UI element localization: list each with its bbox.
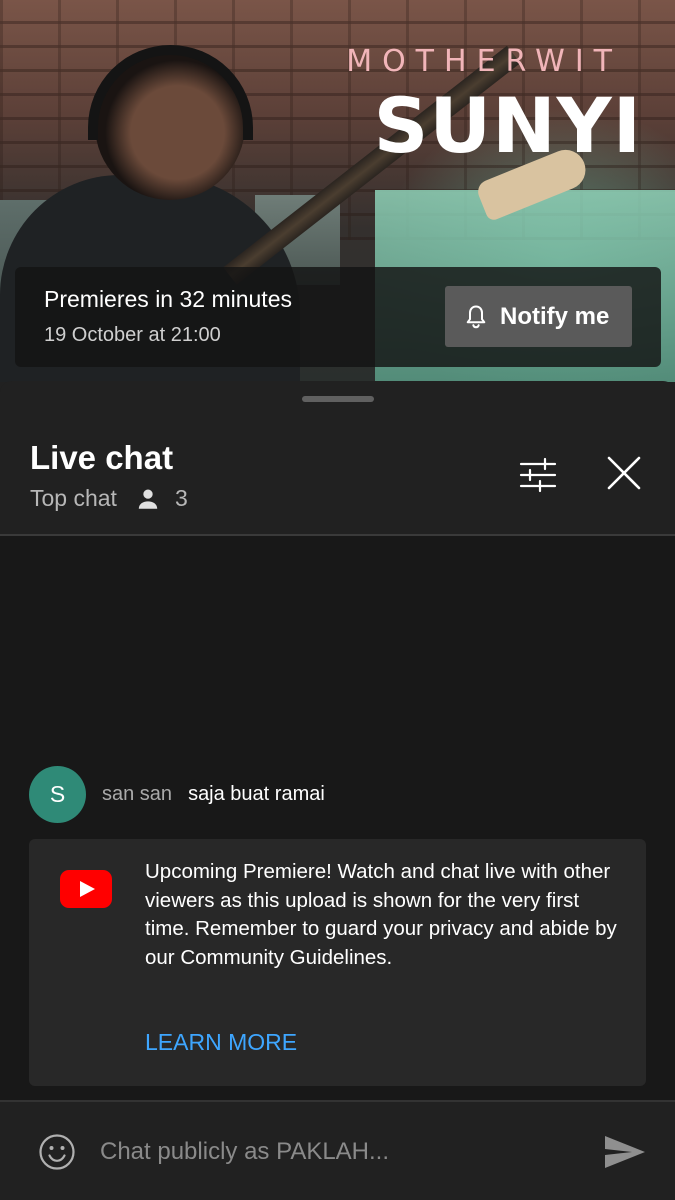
youtube-icon — [60, 870, 112, 908]
band-name: MOTHERWIT — [346, 44, 622, 79]
chat-messages-area[interactable]: S san san saja buat ramai Upcoming Premi… — [0, 536, 675, 1100]
notify-me-button[interactable]: Notify me — [445, 286, 632, 347]
chat-message[interactable]: S san san saja buat ramai — [29, 766, 325, 823]
live-chat-sheet: Live chat Top chat 3 S san san saja buat… — [0, 381, 675, 1200]
chat-input-bar — [0, 1100, 675, 1200]
emoji-icon[interactable] — [38, 1133, 76, 1171]
notice-text: Upcoming Premiere! Watch and chat live w… — [145, 860, 617, 969]
learn-more-link[interactable]: LEARN MORE — [145, 1029, 297, 1056]
chat-input[interactable] — [100, 1130, 570, 1174]
notify-me-label: Notify me — [500, 302, 610, 330]
premiere-countdown: Premieres in 32 minutes — [44, 286, 292, 312]
premiere-date: 19 October at 21:00 — [44, 324, 221, 346]
message-text: saja buat ramai — [188, 783, 325, 805]
close-icon[interactable] — [604, 453, 644, 493]
drag-handle[interactable] — [302, 396, 374, 402]
song-title: SUNYI — [373, 81, 642, 170]
message-author[interactable]: san san — [102, 783, 172, 806]
avatar[interactable]: S — [29, 766, 86, 823]
bell-icon — [466, 305, 486, 328]
chat-mode-selector[interactable]: Top chat 3 — [30, 485, 188, 512]
viewer-count: 3 — [174, 485, 188, 511]
premiere-notice-card: Upcoming Premiere! Watch and chat live w… — [29, 839, 646, 1086]
filter-icon[interactable] — [518, 455, 558, 495]
send-icon[interactable] — [604, 1134, 646, 1170]
person-icon — [138, 488, 158, 509]
chat-mode-label: Top chat — [30, 485, 117, 511]
chat-title: Live chat — [30, 439, 174, 476]
premiere-banner: Premieres in 32 minutes 19 October at 21… — [15, 267, 661, 367]
video-player[interactable]: MOTHERWIT SUNYI Premieres in 32 minutes … — [0, 0, 675, 382]
